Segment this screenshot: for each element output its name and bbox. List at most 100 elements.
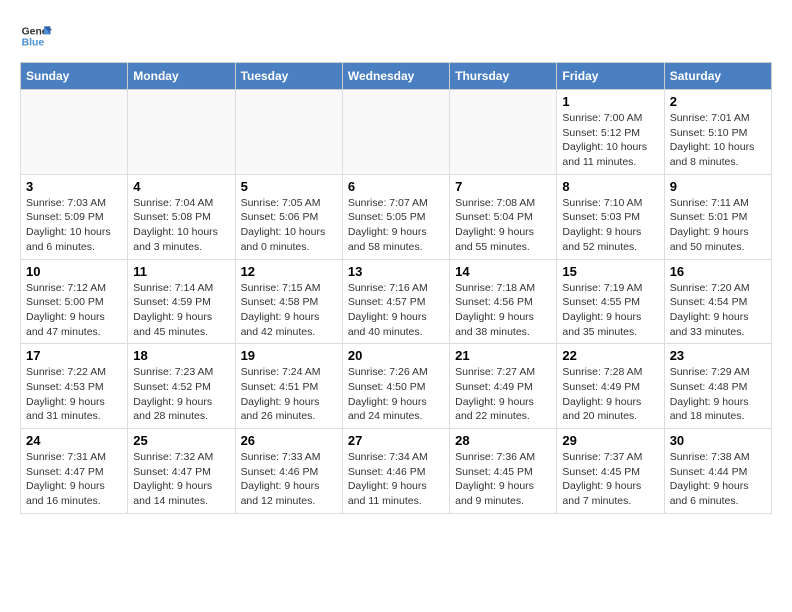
day-number: 7 <box>455 179 551 194</box>
day-info: Sunrise: 7:33 AMSunset: 4:46 PMDaylight:… <box>241 450 337 509</box>
day-number: 11 <box>133 264 229 279</box>
day-info: Sunrise: 7:38 AMSunset: 4:44 PMDaylight:… <box>670 450 766 509</box>
calendar-cell: 20 Sunrise: 7:26 AMSunset: 4:50 PMDayligh… <box>342 344 449 429</box>
day-number: 10 <box>26 264 122 279</box>
day-info: Sunrise: 7:04 AMSunset: 5:08 PMDaylight:… <box>133 196 229 255</box>
week-row-5: 24 Sunrise: 7:31 AMSunset: 4:47 PMDayligh… <box>21 429 772 514</box>
calendar-cell: 12Sunrise: 7:15 AMSunset: 4:58 PMDayligh… <box>235 259 342 344</box>
day-number: 30 <box>670 433 766 448</box>
calendar-cell: 19Sunrise: 7:24 AMSunset: 4:51 PMDayligh… <box>235 344 342 429</box>
header: General Blue <box>20 20 772 52</box>
calendar-cell: 18 Sunrise: 7:23 AMSunset: 4:52 PMDayligh… <box>128 344 235 429</box>
calendar-cell: 10 Sunrise: 7:12 AMSunset: 5:00 PMDayligh… <box>21 259 128 344</box>
calendar-cell: 30 Sunrise: 7:38 AMSunset: 4:44 PMDayligh… <box>664 429 771 514</box>
calendar-cell <box>128 90 235 175</box>
calendar-cell: 1 Sunrise: 7:00 AMSunset: 5:12 PMDaylight… <box>557 90 664 175</box>
day-number: 4 <box>133 179 229 194</box>
week-row-1: 1 Sunrise: 7:00 AMSunset: 5:12 PMDaylight… <box>21 90 772 175</box>
calendar-header-row: SundayMondayTuesdayWednesdayThursdayFrid… <box>21 63 772 90</box>
calendar-cell: 15Sunrise: 7:19 AMSunset: 4:55 PMDayligh… <box>557 259 664 344</box>
calendar-cell: 13 Sunrise: 7:16 AMSunset: 4:57 PMDayligh… <box>342 259 449 344</box>
week-row-2: 3 Sunrise: 7:03 AMSunset: 5:09 PMDaylight… <box>21 174 772 259</box>
day-info: Sunrise: 7:08 AMSunset: 5:04 PMDaylight:… <box>455 196 551 255</box>
week-row-4: 17 Sunrise: 7:22 AMSunset: 4:53 PMDayligh… <box>21 344 772 429</box>
day-number: 3 <box>26 179 122 194</box>
day-info: Sunrise: 7:23 AMSunset: 4:52 PMDaylight:… <box>133 365 229 424</box>
calendar-cell: 8Sunrise: 7:10 AMSunset: 5:03 PMDaylight… <box>557 174 664 259</box>
day-number: 12 <box>241 264 337 279</box>
column-header-friday: Friday <box>557 63 664 90</box>
calendar-cell: 14 Sunrise: 7:18 AMSunset: 4:56 PMDayligh… <box>450 259 557 344</box>
column-header-sunday: Sunday <box>21 63 128 90</box>
day-info: Sunrise: 7:29 AMSunset: 4:48 PMDaylight:… <box>670 365 766 424</box>
calendar-cell: 6 Sunrise: 7:07 AMSunset: 5:05 PMDaylight… <box>342 174 449 259</box>
calendar-cell: 7 Sunrise: 7:08 AMSunset: 5:04 PMDaylight… <box>450 174 557 259</box>
day-number: 6 <box>348 179 444 194</box>
day-number: 13 <box>348 264 444 279</box>
calendar-cell: 25 Sunrise: 7:32 AMSunset: 4:47 PMDayligh… <box>128 429 235 514</box>
day-number: 29 <box>562 433 658 448</box>
day-number: 19 <box>241 348 337 363</box>
day-number: 24 <box>26 433 122 448</box>
day-number: 15 <box>562 264 658 279</box>
calendar-cell: 3 Sunrise: 7:03 AMSunset: 5:09 PMDaylight… <box>21 174 128 259</box>
calendar-cell: 22 Sunrise: 7:28 AMSunset: 4:49 PMDayligh… <box>557 344 664 429</box>
calendar-cell <box>450 90 557 175</box>
calendar-cell: 5Sunrise: 7:05 AMSunset: 5:06 PMDaylight… <box>235 174 342 259</box>
day-info: Sunrise: 7:20 AMSunset: 4:54 PMDaylight:… <box>670 281 766 340</box>
day-number: 1 <box>562 94 658 109</box>
day-info: Sunrise: 7:18 AMSunset: 4:56 PMDaylight:… <box>455 281 551 340</box>
day-number: 23 <box>670 348 766 363</box>
calendar-cell <box>235 90 342 175</box>
day-number: 14 <box>455 264 551 279</box>
day-info: Sunrise: 7:12 AMSunset: 5:00 PMDaylight:… <box>26 281 122 340</box>
calendar-cell: 26 Sunrise: 7:33 AMSunset: 4:46 PMDayligh… <box>235 429 342 514</box>
calendar-cell <box>21 90 128 175</box>
column-header-tuesday: Tuesday <box>235 63 342 90</box>
day-number: 28 <box>455 433 551 448</box>
column-header-wednesday: Wednesday <box>342 63 449 90</box>
day-info: Sunrise: 7:28 AMSunset: 4:49 PMDaylight:… <box>562 365 658 424</box>
calendar-cell: 28 Sunrise: 7:36 AMSunset: 4:45 PMDayligh… <box>450 429 557 514</box>
calendar-cell: 17 Sunrise: 7:22 AMSunset: 4:53 PMDayligh… <box>21 344 128 429</box>
day-number: 20 <box>348 348 444 363</box>
day-number: 25 <box>133 433 229 448</box>
day-info: Sunrise: 7:00 AMSunset: 5:12 PMDaylight:… <box>562 111 658 170</box>
calendar-cell: 27Sunrise: 7:34 AMSunset: 4:46 PMDayligh… <box>342 429 449 514</box>
calendar-cell: 29 Sunrise: 7:37 AMSunset: 4:45 PMDayligh… <box>557 429 664 514</box>
day-info: Sunrise: 7:14 AMSunset: 4:59 PMDaylight:… <box>133 281 229 340</box>
calendar-cell: 4 Sunrise: 7:04 AMSunset: 5:08 PMDaylight… <box>128 174 235 259</box>
day-number: 16 <box>670 264 766 279</box>
calendar-cell: 16 Sunrise: 7:20 AMSunset: 4:54 PMDayligh… <box>664 259 771 344</box>
day-number: 18 <box>133 348 229 363</box>
day-info: Sunrise: 7:37 AMSunset: 4:45 PMDaylight:… <box>562 450 658 509</box>
calendar: SundayMondayTuesdayWednesdayThursdayFrid… <box>20 62 772 514</box>
day-info: Sunrise: 7:01 AMSunset: 5:10 PMDaylight:… <box>670 111 766 170</box>
day-number: 2 <box>670 94 766 109</box>
day-number: 22 <box>562 348 658 363</box>
day-info: Sunrise: 7:16 AMSunset: 4:57 PMDaylight:… <box>348 281 444 340</box>
calendar-cell: 21 Sunrise: 7:27 AMSunset: 4:49 PMDayligh… <box>450 344 557 429</box>
day-info: Sunrise: 7:31 AMSunset: 4:47 PMDaylight:… <box>26 450 122 509</box>
day-number: 21 <box>455 348 551 363</box>
day-number: 17 <box>26 348 122 363</box>
day-info: Sunrise: 7:34 AMSunset: 4:46 PMDaylight:… <box>348 450 444 509</box>
column-header-saturday: Saturday <box>664 63 771 90</box>
calendar-cell: 23 Sunrise: 7:29 AMSunset: 4:48 PMDayligh… <box>664 344 771 429</box>
calendar-cell: 2 Sunrise: 7:01 AMSunset: 5:10 PMDaylight… <box>664 90 771 175</box>
day-info: Sunrise: 7:22 AMSunset: 4:53 PMDaylight:… <box>26 365 122 424</box>
day-info: Sunrise: 7:32 AMSunset: 4:47 PMDaylight:… <box>133 450 229 509</box>
column-header-monday: Monday <box>128 63 235 90</box>
logo: General Blue <box>20 20 52 52</box>
calendar-cell <box>342 90 449 175</box>
day-info: Sunrise: 7:03 AMSunset: 5:09 PMDaylight:… <box>26 196 122 255</box>
day-number: 26 <box>241 433 337 448</box>
column-header-thursday: Thursday <box>450 63 557 90</box>
day-info: Sunrise: 7:26 AMSunset: 4:50 PMDaylight:… <box>348 365 444 424</box>
day-info: Sunrise: 7:07 AMSunset: 5:05 PMDaylight:… <box>348 196 444 255</box>
day-info: Sunrise: 7:36 AMSunset: 4:45 PMDaylight:… <box>455 450 551 509</box>
day-info: Sunrise: 7:27 AMSunset: 4:49 PMDaylight:… <box>455 365 551 424</box>
day-number: 9 <box>670 179 766 194</box>
day-number: 8 <box>562 179 658 194</box>
calendar-cell: 11 Sunrise: 7:14 AMSunset: 4:59 PMDayligh… <box>128 259 235 344</box>
